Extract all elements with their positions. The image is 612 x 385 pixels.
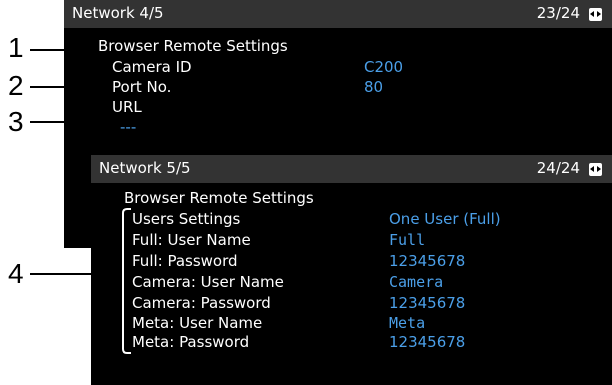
- left-right-arrows-icon[interactable]: [589, 163, 602, 176]
- users-settings-value[interactable]: One User (Full): [389, 210, 501, 228]
- section-heading: Browser Remote Settings: [124, 189, 314, 207]
- left-right-arrows-icon[interactable]: [589, 8, 602, 21]
- section-heading: Browser Remote Settings: [98, 37, 288, 55]
- page-indicator: 23/24: [536, 4, 580, 22]
- callout-3: 3: [8, 106, 24, 137]
- port-no-value[interactable]: 80: [364, 78, 383, 96]
- camera-password-label: Camera: Password: [132, 294, 271, 312]
- meta-user-name-label: Meta: User Name: [132, 314, 263, 332]
- users-settings-label: Users Settings: [132, 210, 241, 228]
- screen-header: Network 5/5 24/24: [91, 155, 612, 183]
- full-user-name-value[interactable]: Full: [389, 231, 425, 249]
- screen-title: Network 5/5: [99, 159, 191, 177]
- camera-user-name-label: Camera: User Name: [132, 273, 284, 291]
- port-no-label: Port No.: [112, 78, 172, 96]
- meta-password-value[interactable]: 12345678: [389, 333, 465, 351]
- callout-2: 2: [8, 70, 24, 101]
- full-password-label: Full: Password: [132, 252, 238, 270]
- screen-title: Network 4/5: [72, 4, 164, 22]
- full-password-value[interactable]: 12345678: [389, 252, 465, 270]
- screen-header: Network 4/5 23/24: [64, 0, 612, 28]
- camera-password-value[interactable]: 12345678: [389, 294, 465, 312]
- url-value: ---: [120, 118, 137, 136]
- meta-user-name-value[interactable]: Meta: [389, 314, 425, 332]
- camera-id-label: Camera ID: [112, 58, 192, 76]
- callout-4: 4: [8, 258, 24, 289]
- meta-password-label: Meta: Password: [132, 333, 250, 351]
- network-5-screen: Network 5/5 24/24 Browser Remote Setting…: [91, 155, 612, 385]
- page-indicator: 24/24: [536, 159, 580, 177]
- url-label: URL: [112, 98, 142, 116]
- camera-user-name-value[interactable]: Camera: [389, 273, 443, 291]
- full-user-name-label: Full: User Name: [132, 231, 251, 249]
- camera-id-value[interactable]: C200: [364, 58, 403, 76]
- callout-1: 1: [8, 32, 24, 63]
